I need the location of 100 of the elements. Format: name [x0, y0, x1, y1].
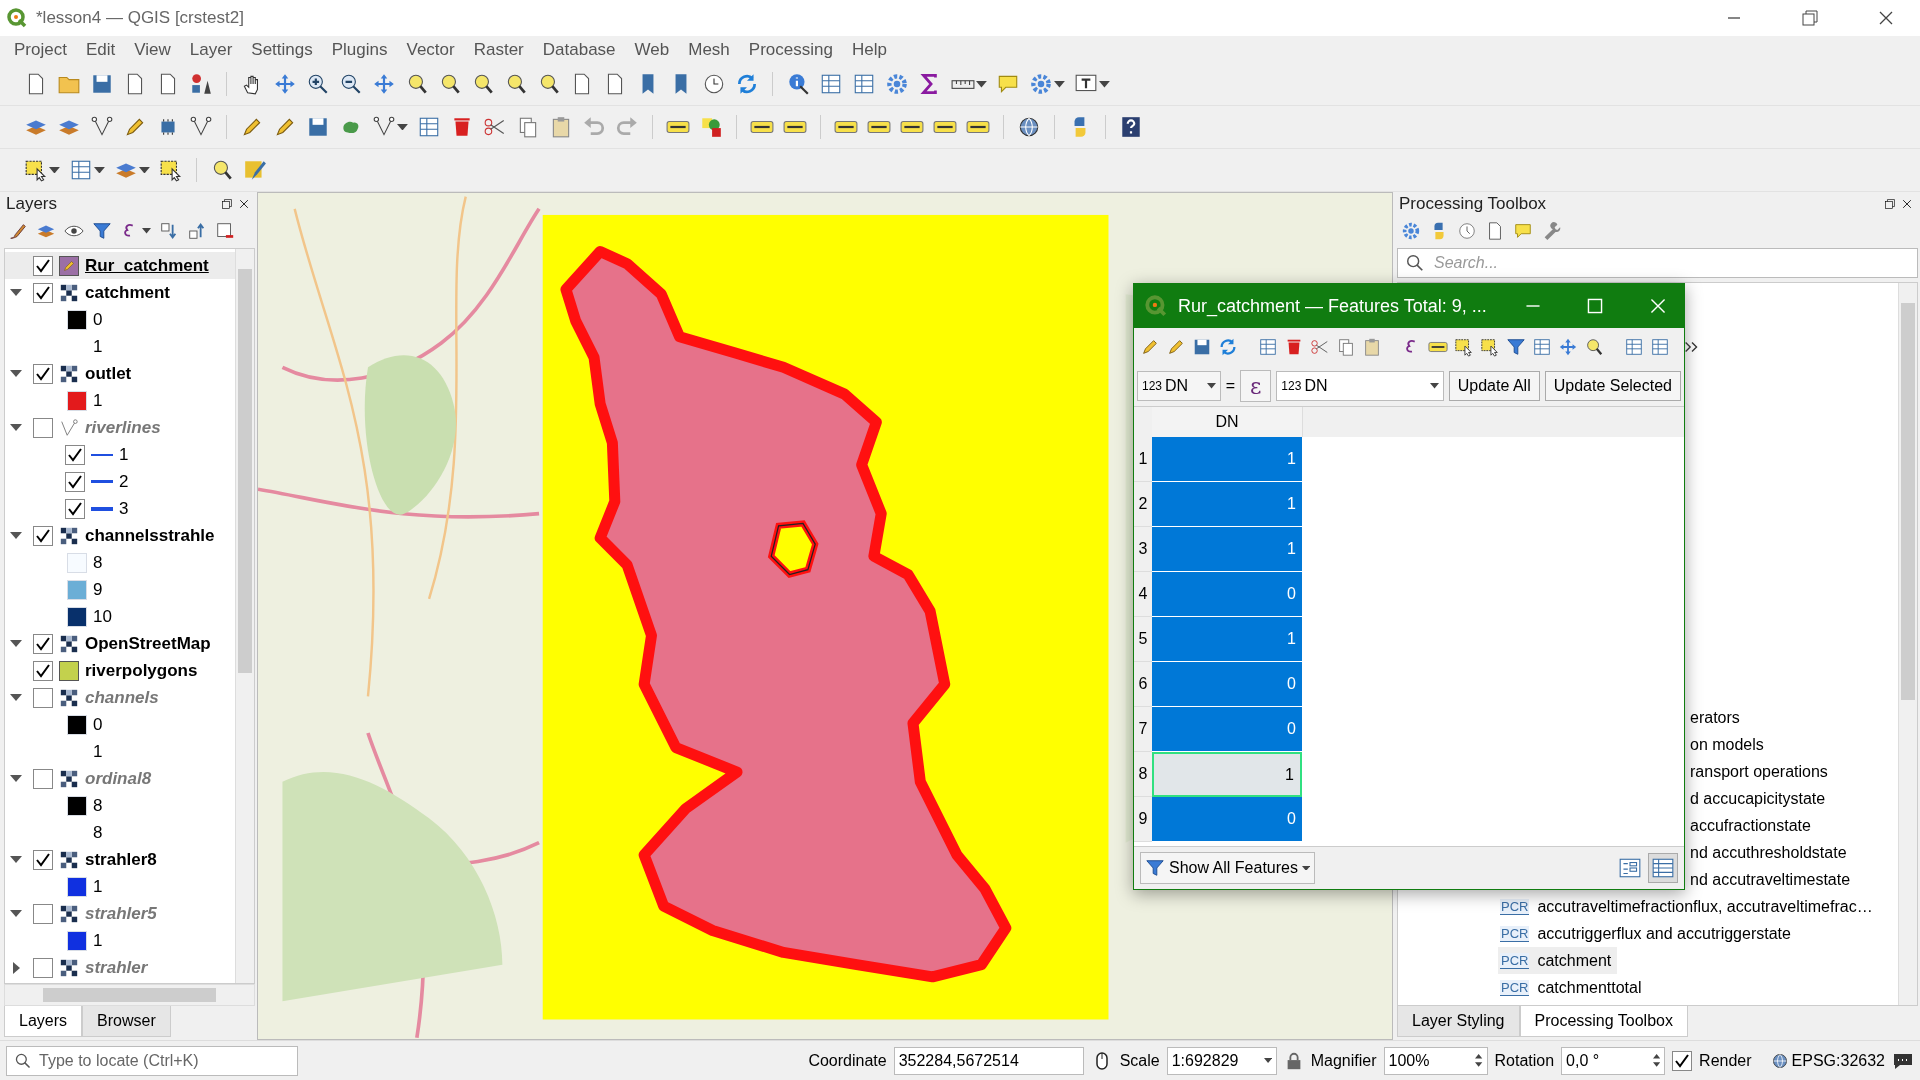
table-cell[interactable]: 0	[1152, 797, 1302, 842]
copy-icon[interactable]	[1336, 337, 1356, 357]
checkbox[interactable]	[33, 957, 53, 978]
algorithm-item[interactable]: accufractionstate	[1690, 812, 1817, 839]
tab[interactable]: Processing Toolbox	[1519, 1006, 1688, 1037]
algorithm-item[interactable]: PCR catchment	[1498, 947, 1618, 974]
vertical-scrollbar[interactable]	[235, 249, 254, 983]
menu-item[interactable]: Edit	[85, 39, 116, 60]
move-arrows-icon[interactable]	[1558, 337, 1578, 357]
coordinate-field[interactable]: 352284,5672514	[893, 1046, 1084, 1075]
restore-icon[interactable]	[1799, 7, 1821, 29]
close-icon[interactable]	[1900, 197, 1914, 211]
form-view-icon[interactable]	[1618, 856, 1642, 880]
algorithm-item[interactable]: d accucapicitystate	[1690, 785, 1832, 812]
layer-name[interactable]: strahler5	[85, 903, 157, 924]
refresh-icon[interactable]	[735, 72, 759, 97]
layer-name[interactable]: ordinal8	[85, 768, 152, 789]
rotation-spinbox[interactable]: 0,0 °	[1561, 1046, 1666, 1075]
layer-name[interactable]: catchment	[85, 282, 171, 303]
remove-layer-icon[interactable]	[215, 221, 236, 241]
tab[interactable]: Browser	[82, 1006, 171, 1037]
menu-item[interactable]: View	[134, 39, 171, 60]
restore-icon[interactable]	[1883, 197, 1897, 211]
row-number[interactable]: 3	[1134, 527, 1152, 572]
checkbox[interactable]	[33, 687, 53, 708]
show-features-button[interactable]: Show All Features	[1140, 852, 1316, 884]
layer-name[interactable]: channels	[85, 687, 159, 708]
menu-item[interactable]: Settings	[251, 39, 313, 60]
table-icon[interactable]	[1532, 337, 1552, 357]
filter-icon[interactable]	[92, 221, 112, 241]
caret-icon[interactable]	[142, 228, 152, 234]
algorithm-item[interactable]: nd accutraveltimestate	[1690, 866, 1857, 893]
caret-icon[interactable]	[1098, 81, 1110, 88]
locator-field[interactable]: Type to locate (Ctrl+K)	[6, 1045, 298, 1076]
algorithm-item[interactable]: PCR accutriggerflux and accutriggerstate	[1498, 920, 1797, 947]
update-button[interactable]: Update All	[1448, 371, 1540, 401]
table-icon[interactable]	[1624, 337, 1644, 357]
layer-name[interactable]: channelsstrahle	[85, 525, 215, 546]
checkbox[interactable]	[33, 768, 53, 789]
checkbox[interactable]	[33, 282, 53, 303]
history-icon[interactable]	[1457, 221, 1477, 241]
table-cell[interactable]: 1	[1152, 752, 1302, 797]
caret-icon[interactable]	[976, 81, 987, 88]
menu-item[interactable]: Web	[634, 39, 670, 60]
menu-item[interactable]: Database	[542, 39, 616, 60]
clipboard-icon[interactable]	[1362, 337, 1382, 357]
algorithm-item[interactable]: PCR catchmenttotal	[1498, 974, 1648, 1001]
caret-icon[interactable]	[93, 166, 105, 174]
table-icon[interactable]	[1258, 337, 1278, 357]
expand-arrow[interactable]	[12, 961, 20, 974]
save-icon[interactable]	[1192, 337, 1212, 357]
caret-icon[interactable]	[1053, 81, 1065, 88]
row-number[interactable]: 9	[1134, 797, 1152, 842]
field-combo[interactable]: 123 DN	[1137, 371, 1221, 401]
expand-arrow[interactable]	[10, 289, 22, 296]
filter-icon[interactable]	[1506, 337, 1526, 357]
row-number[interactable]: 2	[1134, 482, 1152, 527]
checkbox[interactable]	[33, 660, 53, 681]
menu-item[interactable]: Layer	[189, 39, 233, 60]
crs-button[interactable]: EPSG:32632	[1770, 1051, 1885, 1070]
row-number[interactable]: 1	[1134, 437, 1152, 482]
expand-arrow[interactable]	[10, 856, 22, 863]
tab[interactable]: Layers	[4, 1006, 83, 1037]
checkbox[interactable]	[65, 471, 85, 492]
checkbox[interactable]	[33, 903, 53, 924]
expand-arrow[interactable]	[10, 532, 22, 539]
pencil-icon[interactable]	[1140, 337, 1160, 357]
expression-button[interactable]: ε	[1240, 370, 1272, 402]
select-icon[interactable]	[24, 158, 48, 183]
brush-icon[interactable]	[8, 221, 28, 241]
checkbox[interactable]	[33, 525, 53, 546]
layer-name[interactable]: riverpolygons	[85, 660, 198, 681]
row-number[interactable]: 5	[1134, 617, 1152, 662]
expand-arrow[interactable]	[10, 370, 22, 377]
algorithm-item[interactable]: nd accuthresholdstate	[1690, 839, 1853, 866]
magnifier-icon[interactable]	[1584, 337, 1604, 357]
row-number[interactable]: 7	[1134, 707, 1152, 752]
gear-icon[interactable]	[1401, 221, 1421, 241]
scale-combo[interactable]: 1:692829	[1166, 1046, 1277, 1075]
menu-item[interactable]: Processing	[748, 39, 833, 60]
table-cell[interactable]: 0	[1152, 572, 1302, 617]
menu-item[interactable]: Vector	[406, 39, 455, 60]
layer-name[interactable]: outlet	[85, 363, 132, 384]
checkbox[interactable]	[33, 417, 53, 438]
expand-arrow[interactable]	[10, 424, 22, 431]
layer-name[interactable]: strahler	[85, 957, 148, 978]
style-icon[interactable]	[189, 72, 213, 97]
menu-item[interactable]: Mesh	[688, 39, 730, 60]
field-combo[interactable]: 123 DN	[1276, 371, 1444, 401]
algorithm-item[interactable]: PCR accutraveltimefractionflux, accutraveltimefrac…	[1498, 893, 1879, 920]
checkbox[interactable]	[33, 255, 53, 276]
caret-icon[interactable]	[397, 123, 408, 131]
vertical-scrollbar[interactable]	[1898, 283, 1917, 1005]
menu-item[interactable]: Plugins	[331, 39, 388, 60]
update-button[interactable]: Update Selected	[1544, 371, 1681, 401]
select-icon[interactable]	[1480, 337, 1500, 357]
layer-name[interactable]: strahler8	[85, 849, 157, 870]
table-cell[interactable]: 1	[1152, 437, 1302, 482]
algorithm-item[interactable]: ransport operations	[1690, 758, 1834, 785]
caret-icon[interactable]	[138, 166, 150, 174]
